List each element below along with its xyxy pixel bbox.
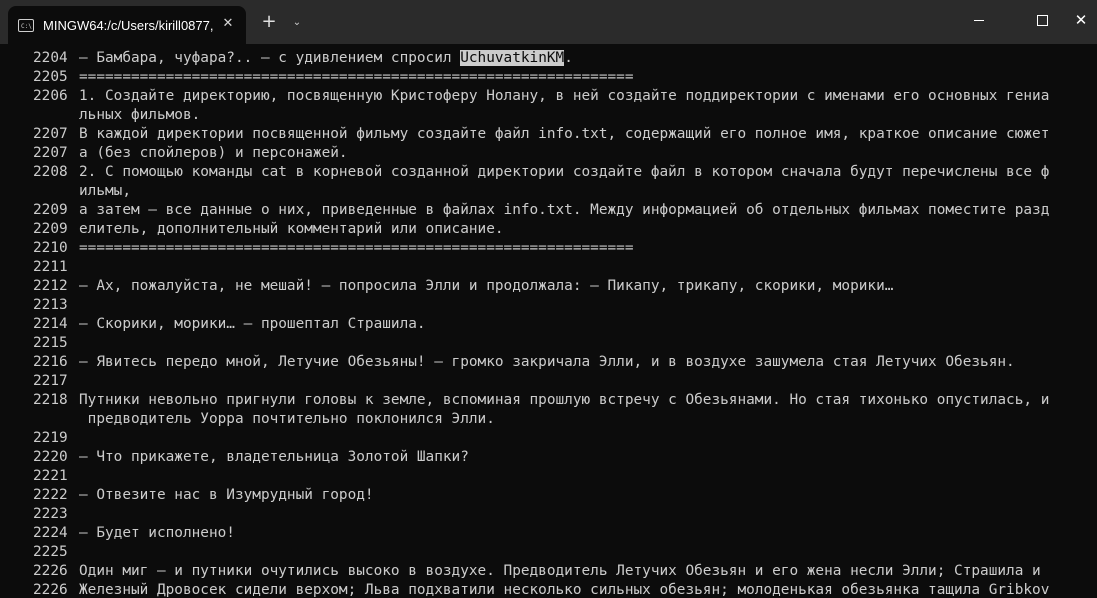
- terminal-line: льных фильмов.: [0, 106, 1097, 125]
- terminal-line: 2206 1. Создайте директорию, посвященную …: [0, 87, 1097, 106]
- line-number: 2210: [33, 240, 68, 256]
- line-text-before: – Бамбара, чуфара?.. – с удивлением спро…: [79, 50, 461, 66]
- line-number: 2213: [33, 297, 68, 313]
- line-number: 2226: [33, 563, 68, 579]
- line-number: 2220: [33, 449, 68, 465]
- terminal-line: 2226 Один миг – и путники очутились высок…: [0, 562, 1097, 581]
- line-text: В каждой директории посвященной фильму с…: [79, 126, 1050, 142]
- terminal-line: 2216 – Явитесь передо мной, Летучие Обезь…: [0, 353, 1097, 372]
- line-number: 2207: [33, 145, 68, 161]
- terminal-line: 2223: [0, 505, 1097, 524]
- line-number: 2221: [33, 468, 68, 484]
- terminal-line: 2214 – Скорики, морики… – прошептал Страш…: [0, 315, 1097, 334]
- close-window-button[interactable]: ✕: [1065, 0, 1097, 40]
- line-text: – Будет исполнено!: [79, 525, 235, 541]
- terminal-output[interactable]: 2204 – Бамбара, чуфара?.. – с удивлением …: [0, 44, 1097, 598]
- line-number: 2222: [33, 487, 68, 503]
- terminal-line: 2221: [0, 467, 1097, 486]
- terminal-line: 2209 а затем – все данные о них, приведен…: [0, 201, 1097, 220]
- terminal-line: 2219: [0, 429, 1097, 448]
- line-number: 2209: [33, 221, 68, 237]
- terminal-line: предводитель Уорра почтительно поклонилс…: [0, 410, 1097, 429]
- line-number: 2207: [33, 126, 68, 142]
- line-number: 2219: [33, 430, 68, 446]
- line-number: 2217: [33, 373, 68, 389]
- line-text: – Бамбара, чуфара?.. – с удивлением спро…: [79, 49, 573, 68]
- minimize-button[interactable]: [956, 0, 1002, 40]
- line-number: 2224: [33, 525, 68, 541]
- terminal-line: 2225: [0, 543, 1097, 562]
- new-tab-button[interactable]: +: [256, 10, 282, 36]
- line-text: ========================================…: [79, 69, 634, 85]
- terminal-line: 2215: [0, 334, 1097, 353]
- line-text: Железный Дровосек сидели верхом; Льва по…: [79, 582, 1050, 598]
- line-text: предводитель Уорра почтительно поклонилс…: [79, 411, 495, 427]
- title-bar: C:\ MINGW64:/c/Users/kirill0877, ✕ + ⌄ ✕: [0, 0, 1097, 44]
- terminal-line: 2217: [0, 372, 1097, 391]
- line-text: а (без спойлеров) и персонажей.: [79, 145, 348, 161]
- line-text: – Отвезите нас в Изумрудный город!: [79, 487, 374, 503]
- terminal-line: 2209 елитель, дополнительный комментарий …: [0, 220, 1097, 239]
- tab-title: MINGW64:/c/Users/kirill0877,: [43, 17, 213, 33]
- line-text: ========================================…: [79, 240, 634, 256]
- line-text: – Ах, пожалуйста, не мешай! – попросила …: [79, 278, 894, 294]
- line-number: 2212: [33, 278, 68, 294]
- line-text-after: .: [564, 50, 573, 66]
- line-number: 2211: [33, 259, 68, 275]
- line-number: 2225: [33, 544, 68, 560]
- terminal-line: 2210 ====================================…: [0, 239, 1097, 258]
- line-number: 2208: [33, 164, 68, 180]
- line-number: 2205: [33, 69, 68, 85]
- line-number: 2206: [33, 88, 68, 104]
- line-text: 2. С помощью команды cat в корневой созд…: [79, 164, 1050, 180]
- terminal-line: 2205 ====================================…: [0, 68, 1097, 87]
- terminal-line: 2213: [0, 296, 1097, 315]
- line-text: елитель, дополнительный комментарий или …: [79, 221, 504, 237]
- line-text: – Что прикажете, владетельница Золотой Ш…: [79, 449, 469, 465]
- terminal-line: 2224 – Будет исполнено!: [0, 524, 1097, 543]
- terminal-tab[interactable]: C:\ MINGW64:/c/Users/kirill0877, ✕: [8, 6, 246, 44]
- selected-text[interactable]: UchuvatkinKM: [460, 50, 565, 66]
- line-text: Путники невольно пригнули головы к земле…: [79, 392, 1050, 408]
- line-text: Один миг – и путники очутились высоко в …: [79, 563, 1041, 579]
- line-text: льных фильмов.: [79, 107, 201, 123]
- line-text: – Скорики, морики… – прошептал Страшила.: [79, 316, 426, 332]
- terminal-line: 2211: [0, 258, 1097, 277]
- line-number: 2215: [33, 335, 68, 351]
- line-text: ильмы,: [79, 183, 131, 199]
- terminal-line: 2226 Железный Дровосек сидели верхом; Льв…: [0, 581, 1097, 598]
- terminal-line: 2220 – Что прикажете, владетельница Золот…: [0, 448, 1097, 467]
- line-text: а затем – все данные о них, приведенные …: [79, 202, 1050, 218]
- terminal-line: 2212 – Ах, пожалуйста, не мешай! – попрос…: [0, 277, 1097, 296]
- line-number: 2204: [33, 50, 68, 66]
- tab-dropdown-button[interactable]: ⌄: [286, 10, 308, 36]
- terminal-line: ильмы,: [0, 182, 1097, 201]
- close-tab-icon[interactable]: ✕: [220, 16, 236, 32]
- line-number: 2216: [33, 354, 68, 370]
- line-number: 2209: [33, 202, 68, 218]
- line-text: 1. Создайте директорию, посвященную Крис…: [79, 88, 1050, 104]
- line-number: 2223: [33, 506, 68, 522]
- terminal-line: 2218 Путники невольно пригнули головы к з…: [0, 391, 1097, 410]
- terminal-line: 2208 2. С помощью команды cat в корневой …: [0, 163, 1097, 182]
- terminal-line: 2207 а (без спойлеров) и персонажей.: [0, 144, 1097, 163]
- terminal-line: 2222 – Отвезите нас в Изумрудный город!: [0, 486, 1097, 505]
- line-number: 2214: [33, 316, 68, 332]
- terminal-line: 2204 – Бамбара, чуфара?.. – с удивлением …: [0, 49, 1097, 68]
- maximize-button[interactable]: [1019, 0, 1065, 40]
- terminal-line: 2207 В каждой директории посвященной филь…: [0, 125, 1097, 144]
- minimize-icon: [974, 20, 984, 21]
- line-text: – Явитесь передо мной, Летучие Обезьяны!…: [79, 354, 1015, 370]
- terminal-icon: C:\: [18, 18, 34, 32]
- maximize-icon: [1036, 15, 1048, 26]
- line-number: 2218: [33, 392, 68, 408]
- line-number: 2226: [33, 582, 68, 598]
